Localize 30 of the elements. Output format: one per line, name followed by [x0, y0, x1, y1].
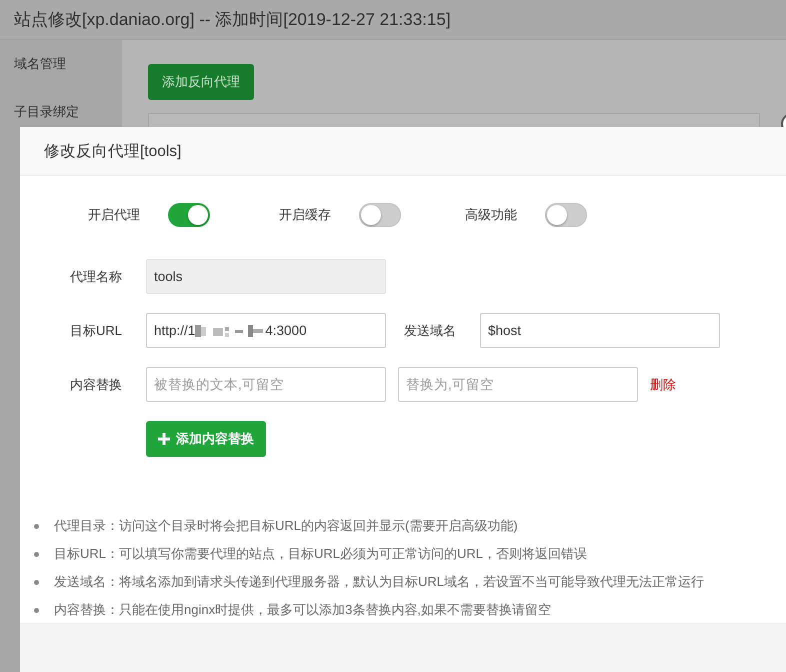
- dialog-title: 修改反向代理[tools]: [20, 127, 786, 176]
- switch-label: 开启缓存: [279, 206, 331, 224]
- switch-label: 开启代理: [88, 206, 140, 224]
- plus-icon: [158, 433, 170, 445]
- help-note: 代理目录：访问这个目录时将会把目标URL的内容返回并显示(需要开启高级功能): [54, 517, 518, 535]
- bullet-icon: [34, 608, 39, 612]
- toggle-switch[interactable]: [545, 203, 587, 227]
- pixelated-mosaic-icon: [195, 324, 266, 338]
- add-replace-button[interactable]: 添加内容替换: [146, 421, 266, 457]
- send-host-field[interactable]: $host: [480, 313, 720, 348]
- toggle-switch[interactable]: [168, 203, 210, 227]
- add-proxy-button[interactable]: 添加反向代理: [148, 64, 254, 100]
- target-url-field[interactable]: http://1 4:3000: [146, 313, 386, 348]
- field-label: 内容替换: [69, 376, 123, 394]
- switch-label: 高级功能: [465, 206, 517, 224]
- help-note: 发送域名：将域名添加到请求头传递到代理服务器，默认为目标URL域名，若设置不当可能导致代理无法正常运行: [54, 573, 704, 591]
- bullet-icon: [34, 580, 39, 584]
- sidebar-item[interactable]: 域名管理: [0, 40, 122, 88]
- bullet-icon: [34, 552, 39, 556]
- delete-link[interactable]: 删除: [638, 376, 676, 394]
- help-note: 目标URL：可以填写你需要代理的站点，目标URL必须为可正常访问的URL，否则将返回错误: [54, 545, 588, 563]
- help-note: 内容替换：只能在使用nginx时提供，最多可以添加3条替换内容,如果不需要替换请留空: [54, 601, 551, 619]
- replace-from-field[interactable]: 被替换的文本,可留空: [146, 367, 386, 402]
- field-label: 发送域名: [403, 322, 457, 340]
- toggle-switch[interactable]: [359, 203, 401, 227]
- field-label: 目标URL: [68, 322, 123, 340]
- window-title: 站点修改[xp.daniao.org] -- 添加时间[2019-12-27 21:33:15]: [0, 0, 786, 40]
- replace-to-field[interactable]: 替换为,可留空: [398, 367, 638, 402]
- bullet-icon: [34, 524, 39, 528]
- field-label: 代理名称: [69, 268, 123, 286]
